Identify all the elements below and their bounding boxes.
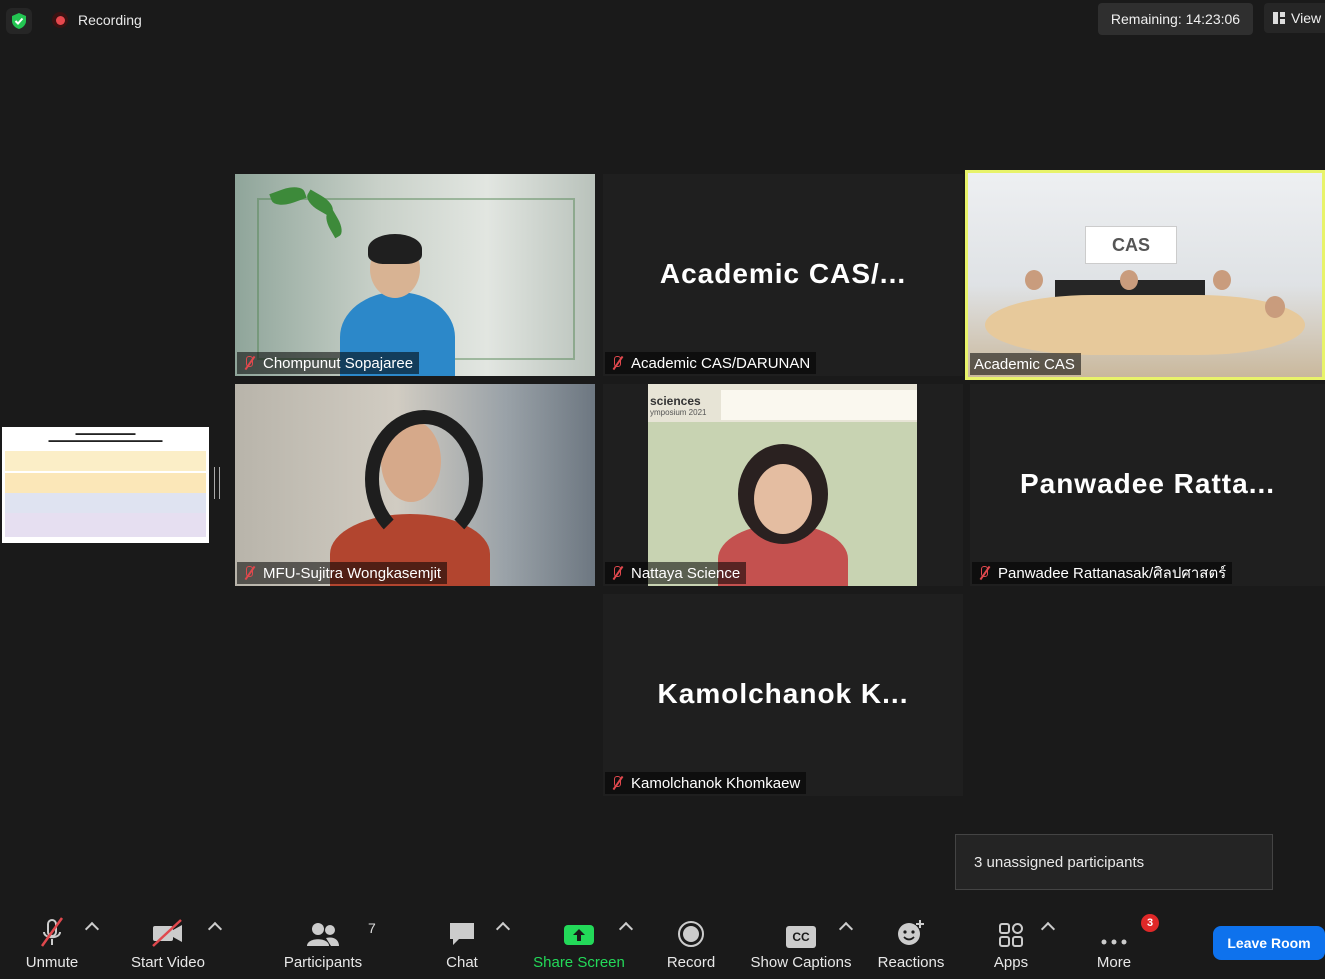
participant-video [1265, 296, 1285, 318]
view-layout-icon [1273, 12, 1285, 24]
recording-label: Recording [78, 12, 142, 28]
participant-name: MFU-Sujitra Wongkasemjit [263, 564, 442, 582]
more-label: More [1096, 954, 1132, 971]
slide-title-text: ▬▬▬▬▬▬▬▬▬▬ ▬▬▬▬▬▬▬▬▬▬▬▬▬▬▬▬▬▬▬ [48, 431, 163, 444]
participant-display-name: Kamolchanok K... [657, 678, 909, 709]
chat-icon [447, 908, 477, 948]
participant-nametag: Academic CAS/DARUNAN [605, 352, 817, 374]
sponsor-logos [721, 390, 917, 420]
participant-display-name: Academic CAS/... [659, 258, 907, 289]
video-off-icon [151, 908, 185, 948]
symposium-banner: sciences ymposium 2021 [648, 384, 917, 422]
captions-cc-glyph: CC [786, 926, 816, 948]
unmute-label: Unmute [25, 954, 79, 971]
apps-icon [998, 908, 1024, 948]
participant-video [1025, 270, 1043, 290]
participant-nametag: Nattaya Science [605, 562, 747, 584]
reactions-icon [896, 908, 926, 948]
record-button[interactable]: Record [663, 908, 719, 979]
participant-display-name: Panwadee Ratta... [1019, 468, 1276, 499]
mic-muted-icon [976, 565, 992, 581]
reactions-label: Reactions [877, 954, 945, 971]
show-captions-button[interactable]: CC Show Captions [750, 908, 852, 979]
show-captions-label: Show Captions [750, 954, 852, 971]
banner-text: sciences [650, 394, 701, 408]
mic-muted-icon [609, 565, 625, 581]
video-tile[interactable]: MFU-Sujitra Wongkasemjit [235, 384, 595, 586]
mic-muted-icon [609, 775, 625, 791]
mic-muted-icon [241, 355, 257, 371]
share-screen-button[interactable]: Share Screen [533, 908, 625, 979]
video-tile[interactable]: Panwadee Ratta... Panwadee Rattanasak/ศิ… [970, 384, 1325, 586]
participant-name: Kamolchanok Khomkaew [631, 774, 801, 792]
unmute-button[interactable]: Unmute [16, 908, 88, 979]
participant-name: Academic CAS/DARUNAN [631, 354, 811, 372]
chat-label: Chat [446, 954, 478, 971]
start-video-button[interactable]: Start Video [124, 908, 212, 979]
share-screen-label: Share Screen [533, 954, 625, 971]
video-tile[interactable]: Academic CAS/... Academic CAS/DARUNAN [603, 174, 963, 376]
conference-table [985, 295, 1305, 355]
captions-icon: CC [786, 908, 816, 948]
participants-count: 7 [368, 920, 376, 936]
unassigned-participants-tooltip: 3 unassigned participants [955, 834, 1273, 890]
participant-video [365, 410, 483, 548]
participants-icon: 7 [306, 908, 376, 948]
participant-video [754, 464, 812, 534]
participant-nametag: Chompunut Sopajaree [237, 352, 420, 374]
banner-text: ymposium 2021 [650, 408, 707, 417]
participant-name: Nattaya Science [631, 564, 741, 582]
more-button[interactable]: 3 More [1088, 908, 1159, 979]
recording-dot-icon [52, 12, 68, 28]
participant-nametag: Panwadee Rattanasak/ศิลปศาสตร์ [972, 562, 1233, 584]
chat-options-caret-icon[interactable] [495, 921, 511, 937]
video-tile[interactable]: Kamolchanok K... Kamolchanok Khomkaew [603, 594, 963, 796]
mic-muted-icon [609, 355, 625, 371]
panel-resize-handle[interactable] [214, 467, 220, 499]
participant-video: sciences ymposium 2021 [648, 384, 917, 586]
video-tile[interactable]: Chompunut Sopajaree [235, 174, 595, 376]
slide-row [5, 473, 206, 493]
reactions-button[interactable]: Reactions [876, 908, 946, 979]
start-video-label: Start Video [131, 954, 205, 971]
cas-logo-board: CAS [1085, 226, 1177, 264]
mic-muted-icon [241, 565, 257, 581]
recording-indicator[interactable]: Recording [44, 6, 150, 34]
chat-button[interactable]: Chat [436, 908, 488, 979]
remaining-time: Remaining: 14:23:06 [1098, 3, 1253, 35]
participants-button[interactable]: 7 Participants [280, 908, 376, 979]
meeting-toolbar: Unmute Start Video 7 Participants Chat S… [0, 908, 1325, 979]
participant-name: Academic CAS [974, 355, 1075, 373]
view-button[interactable]: View [1264, 3, 1325, 33]
participants-label: Participants [283, 954, 363, 971]
apps-options-caret-icon[interactable] [1040, 921, 1056, 937]
participant-nametag: MFU-Sujitra Wongkasemjit [237, 562, 448, 584]
slide-row [5, 451, 206, 471]
participant-name: Panwadee Rattanasak/ศิลปศาสตร์ [998, 565, 1227, 582]
record-icon [677, 908, 705, 948]
view-label: View [1291, 10, 1322, 26]
slide-row [5, 493, 206, 513]
video-tile[interactable]: sciences ymposium 2021 Nattaya Science [603, 384, 963, 586]
leave-room-button[interactable]: Leave Room [1213, 926, 1325, 960]
more-icon: 3 [1099, 908, 1159, 948]
apps-label: Apps [993, 954, 1029, 971]
record-label: Record [666, 954, 716, 971]
participant-video [1213, 270, 1231, 290]
security-shield-icon[interactable] [6, 8, 32, 34]
participant-name: Chompunut Sopajaree [263, 354, 414, 372]
participant-video [368, 234, 422, 264]
mic-muted-icon [37, 908, 67, 948]
apps-button[interactable]: Apps [990, 908, 1032, 979]
share-screen-icon [563, 908, 595, 948]
participant-nametag: Academic CAS [970, 353, 1081, 375]
participant-nametag: Kamolchanok Khomkaew [605, 772, 807, 794]
participant-video [1120, 270, 1138, 290]
video-tile-active-speaker[interactable]: CAS Academic CAS [965, 170, 1325, 380]
more-notification-badge: 3 [1141, 914, 1159, 932]
shared-slide-thumbnail[interactable]: ▬▬▬▬▬▬▬▬▬▬ ▬▬▬▬▬▬▬▬▬▬▬▬▬▬▬▬▬▬▬ [2, 427, 209, 543]
slide-row [5, 513, 206, 537]
